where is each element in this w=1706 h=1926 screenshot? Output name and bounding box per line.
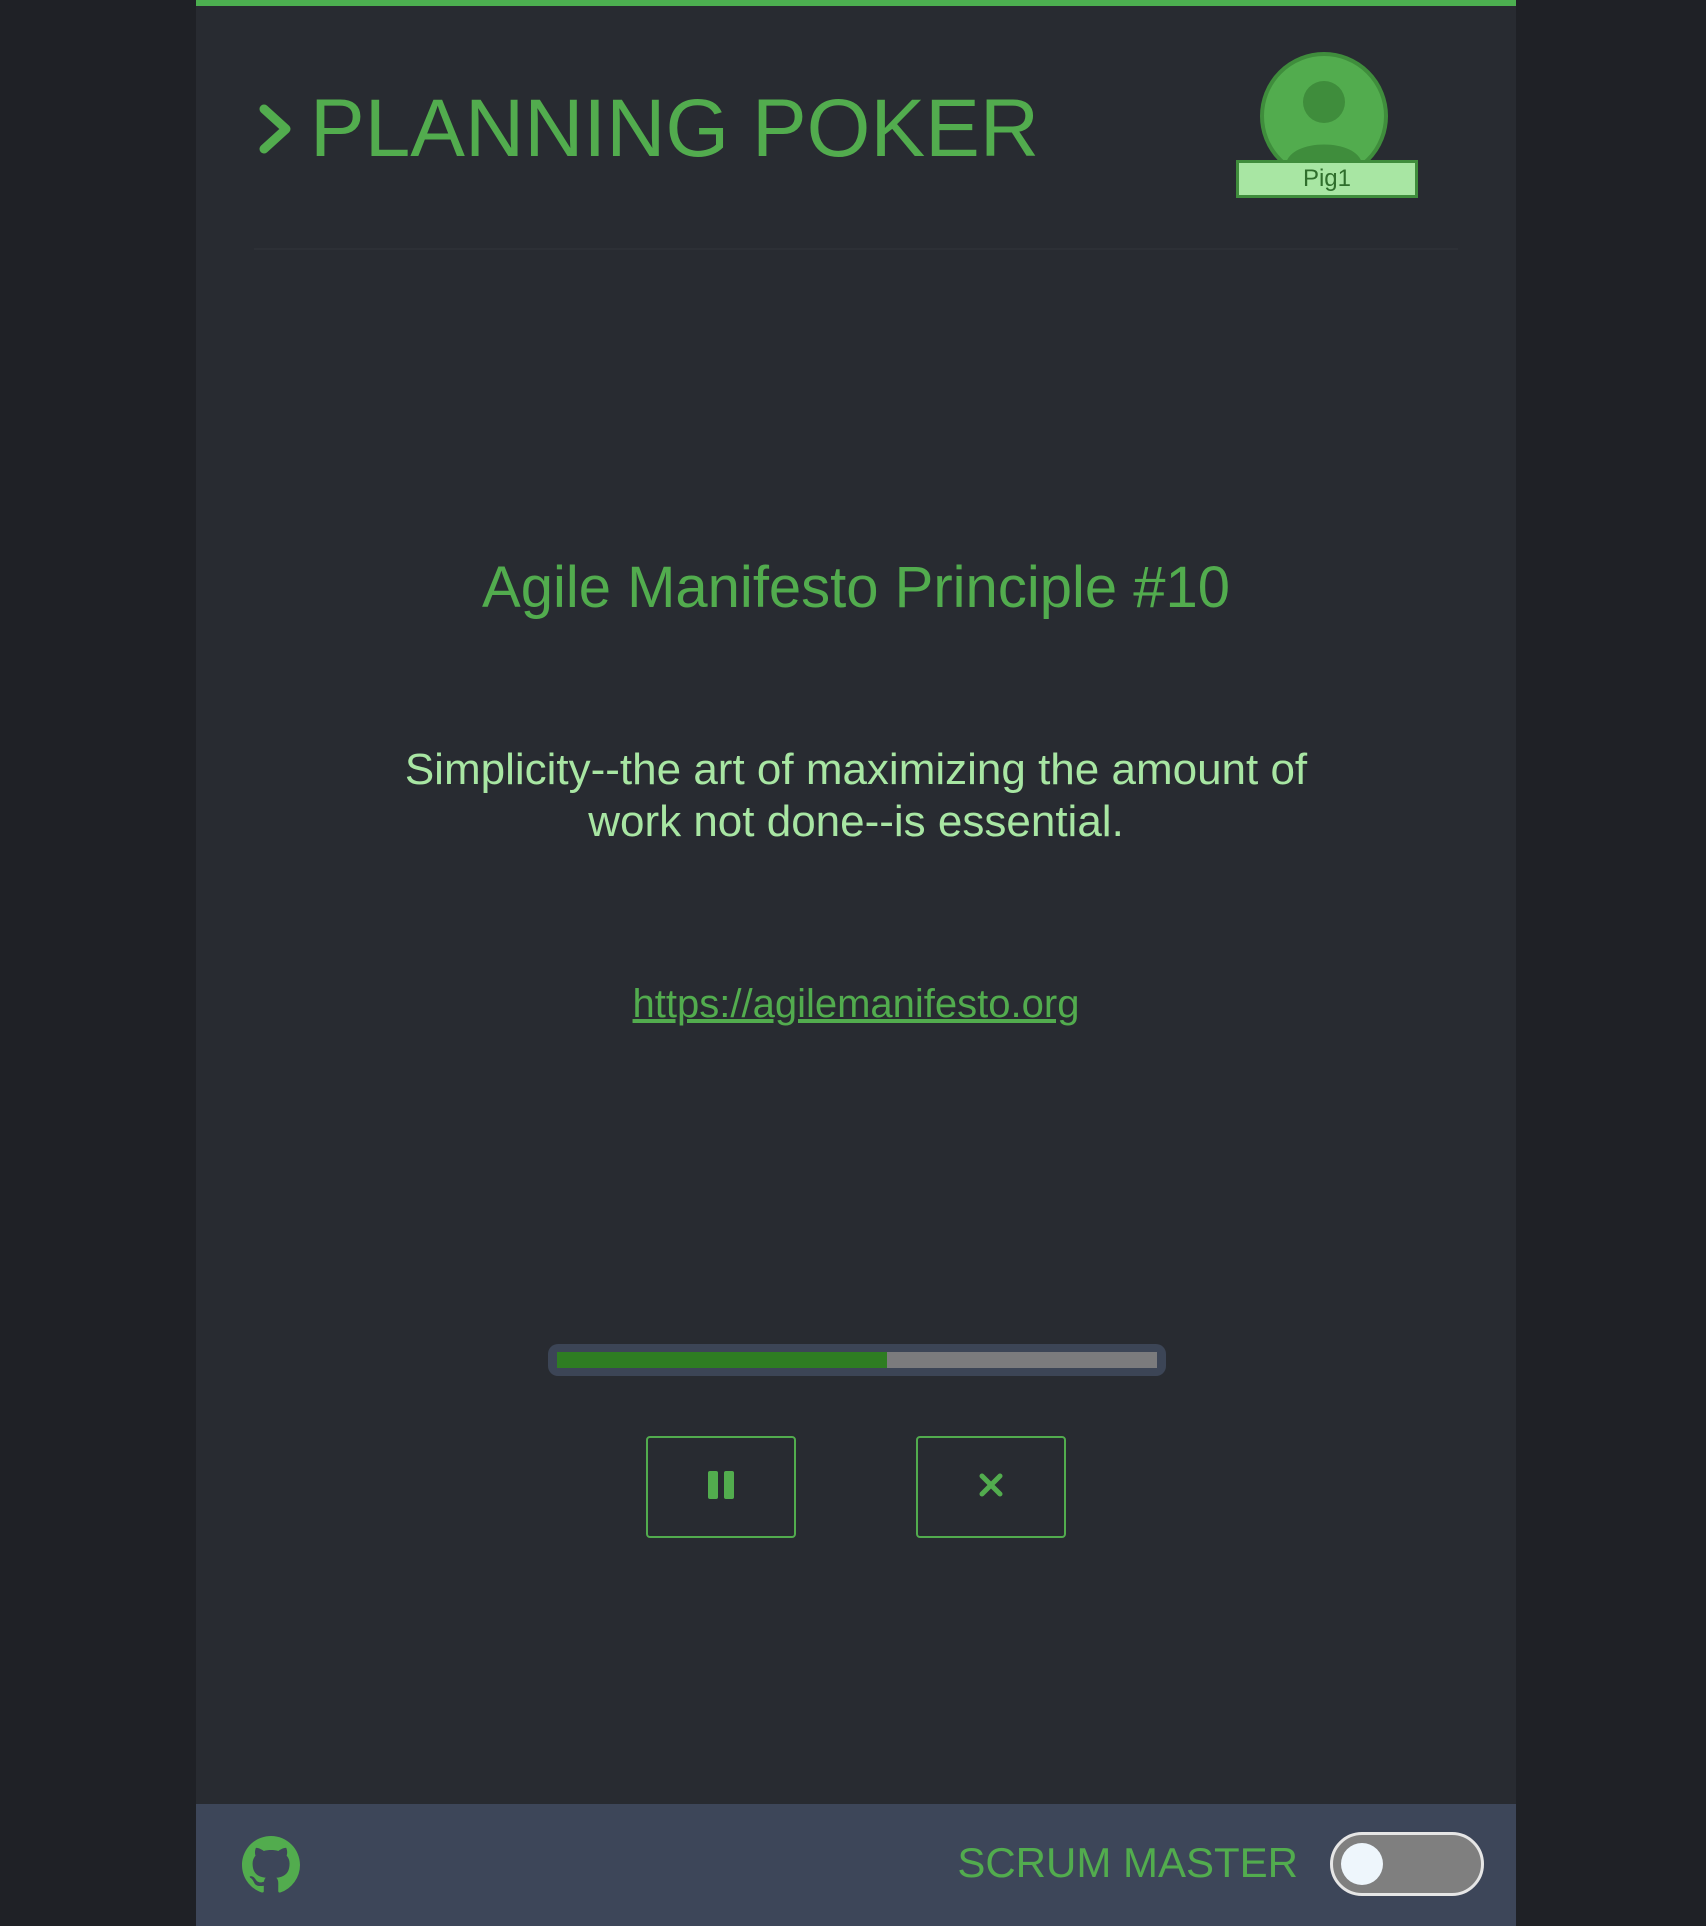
timer-progress-bar — [548, 1344, 1166, 1376]
user-avatar[interactable]: Pig1 — [1236, 52, 1424, 202]
scrum-master-label: SCRUM MASTER — [957, 1839, 1298, 1886]
close-icon — [977, 1471, 1005, 1504]
progress-track — [557, 1352, 1157, 1368]
github-icon[interactable] — [242, 1836, 300, 1894]
scrum-master-toggle[interactable] — [1330, 1832, 1484, 1896]
pause-icon — [705, 1469, 737, 1506]
progress-fill — [557, 1352, 887, 1368]
principle-link[interactable]: https://agilemanifesto.org — [633, 982, 1080, 1026]
chevron-right-icon — [254, 101, 298, 157]
principle-title: Agile Manifesto Principle #10 — [482, 555, 1230, 620]
pause-button[interactable] — [646, 1436, 796, 1538]
footer: SCRUM MASTER — [196, 1804, 1516, 1926]
header: PLANNING POKER Pig1 — [196, 6, 1516, 246]
principle-text: Simplicity--the art of maximizing the am… — [404, 745, 1308, 846]
app-container: PLANNING POKER Pig1 Agile Manifesto Prin… — [196, 0, 1516, 1926]
app-title: PLANNING POKER — [310, 83, 1040, 174]
close-button[interactable] — [916, 1436, 1066, 1538]
user-name-label: Pig1 — [1236, 160, 1418, 198]
principle-link-container: https://agilemanifesto.org — [196, 982, 1516, 1027]
app-title-group: PLANNING POKER — [254, 88, 1039, 170]
header-divider — [254, 248, 1458, 250]
toggle-knob — [1341, 1843, 1383, 1885]
